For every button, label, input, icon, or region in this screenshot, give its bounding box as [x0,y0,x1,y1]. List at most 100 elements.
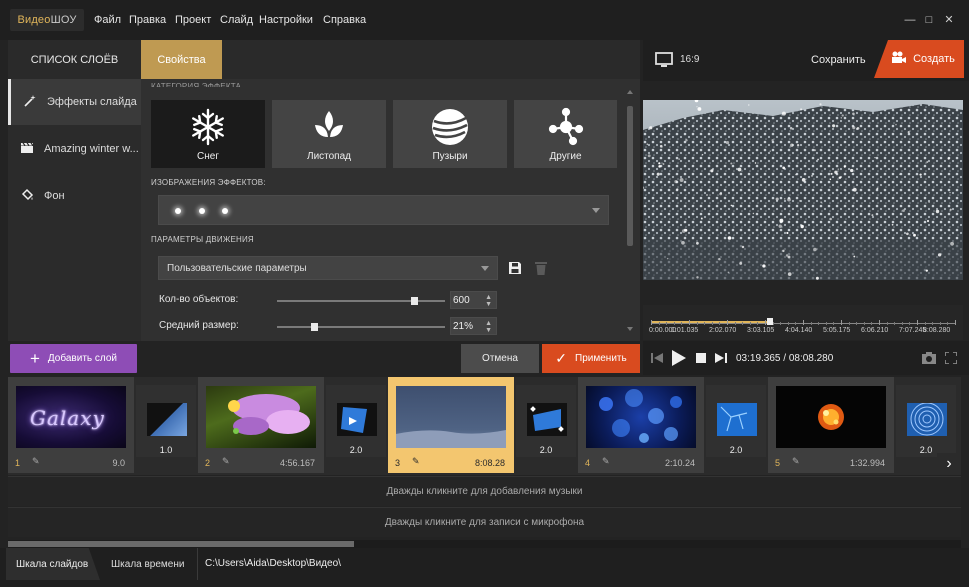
effect-images-dropdown[interactable] [158,195,609,225]
transition-item-4[interactable]: 2.0 [706,385,766,457]
microphone-track[interactable]: Дважды кликните для записи с микрофона [8,507,961,537]
maximize-button[interactable]: □ [922,13,936,27]
effect-tile-other[interactable]: Другие [514,100,617,168]
avg-size-slider-knob[interactable] [310,323,318,331]
ruler-minor-tick [932,322,934,325]
properties-scrollbar[interactable] [626,86,634,336]
transition-thumbnail [717,403,757,436]
snowflake-particle [727,236,732,240]
snowflake-particle [786,231,789,235]
spin-down-icon[interactable]: ▼ [485,327,492,334]
transition-item-5[interactable]: 2.0 [896,385,956,457]
menu-help[interactable]: Справка [323,14,366,26]
timecode: 03:19.365 / 08:08.280 [736,353,834,364]
fullscreen-icon[interactable] [944,351,958,367]
create-button[interactable]: Создать [874,40,964,78]
edit-icon[interactable]: ✎ [602,456,610,467]
create-label: Создать [913,53,955,65]
edit-icon[interactable]: ✎ [32,456,40,467]
snowflake-particle [919,173,922,176]
slide-item-4[interactable]: 4 ✎ 2:10.24 [578,377,704,473]
close-button[interactable]: ✕ [942,13,956,27]
transition-item-2[interactable]: 2.0 [326,385,386,457]
play-icon[interactable] [672,350,686,369]
snapshot-icon[interactable] [922,352,936,367]
edit-icon[interactable]: ✎ [222,456,230,467]
tab-layer-list[interactable]: СПИСОК СЛОЁВ [8,40,141,79]
edit-icon[interactable]: ✎ [792,456,800,467]
playhead[interactable] [766,318,773,325]
slide-item-1[interactable]: Galaxy 1 ✎ 9.0 [8,377,134,473]
video-preview[interactable] [643,100,963,280]
ruler-minor-tick [856,322,858,325]
snowflake-particle [899,173,901,175]
ruler-tick-label: 3:03.105 [747,327,775,334]
spin-down-icon[interactable]: ▼ [485,301,492,308]
objects-count-slider-knob[interactable] [410,297,418,305]
ruler-minor-tick [924,322,926,325]
snowflake-particle [856,127,860,130]
slide-item-5[interactable]: 5 ✎ 1:32.994 [768,377,894,473]
layer-item-video[interactable]: Amazing winter w... [8,126,141,172]
slide-item-2[interactable]: 2 ✎ 4:56.167 [198,377,324,473]
spin-up-icon[interactable]: ▲ [485,320,492,327]
snowflake-particle [834,170,838,174]
snowflake-particle [778,224,782,228]
ruler-tick [727,320,728,325]
menu-slide[interactable]: Слайд [220,14,253,26]
save-preset-icon[interactable] [508,261,522,278]
avg-size-input[interactable]: 21% ▲ ▼ [450,317,497,335]
objects-count-input[interactable]: 600 ▲ ▼ [450,291,497,309]
slide-number: 4 [585,458,591,468]
effect-tile-snow[interactable]: Снег [151,100,265,168]
edit-icon[interactable]: ✎ [412,456,420,467]
monitor-icon[interactable] [655,52,673,71]
scroll-thumb[interactable] [627,106,633,246]
snowflake-particle [925,269,928,272]
effect-tile-bubbles[interactable]: Пузыри [393,100,507,168]
minimize-button[interactable]: — [903,13,917,27]
motion-preset-dropdown[interactable]: Пользовательские параметры [158,256,498,280]
spin-up-icon[interactable]: ▲ [485,294,492,301]
transition-item-1[interactable]: 1.0 [136,385,196,457]
timeline-scroll-thumb[interactable] [8,541,354,547]
objects-count-slider[interactable] [277,297,445,305]
tab-properties[interactable]: Свойства [141,40,222,85]
aspect-ratio-label[interactable]: 16:9 [680,54,699,65]
slide-item-3[interactable]: 3 ✎ 8:08.28 [388,377,514,473]
timeline-scrollbar[interactable] [8,540,961,548]
motion-preset-value: Пользовательские параметры [167,262,307,274]
slide-thumbnail [586,386,696,448]
cancel-button[interactable]: Отмена [461,344,539,373]
skip-back-icon[interactable] [651,353,663,366]
slide-number: 5 [775,458,781,468]
apply-button[interactable]: ✓ Применить [542,344,640,373]
delete-preset-icon[interactable] [535,261,547,278]
tab-time-scale[interactable]: Шкала времени [102,548,198,580]
timeline-next-arrow[interactable]: › [937,453,961,475]
effect-tile-leaffall[interactable]: Листопад [272,100,386,168]
ruler-minor-tick [681,322,683,325]
menu-project[interactable]: Проект [175,14,211,26]
slide-thumb-text: Galaxy [30,406,105,430]
snowflake-particle [787,197,791,202]
stop-icon[interactable] [696,353,706,363]
skip-forward-icon[interactable] [715,353,727,366]
menu-file[interactable]: Файл [94,14,121,26]
avg-size-slider[interactable] [277,323,445,331]
ruler-minor-tick [757,322,759,325]
menu-edit[interactable]: Правка [129,14,166,26]
layer-item-slide-effects[interactable]: Эффекты слайда [8,79,141,125]
preview-timeline-ruler[interactable]: 0:00.000 1:01.035 2:02.070 3:03.105 4:04.140… [643,305,963,340]
transition-item-3[interactable]: 2.0 [516,385,576,457]
snowflake-particle [852,187,857,192]
scroll-up-arrow[interactable] [627,90,633,94]
music-track[interactable]: Дважды кликните для добавления музыки [8,476,961,506]
ruler-minor-tick [749,322,751,325]
save-button[interactable]: Сохранить [811,54,866,66]
layer-item-background[interactable]: Фон [8,173,141,219]
tab-slide-scale[interactable]: Шкала слайдов [6,548,100,580]
scroll-down-arrow[interactable] [627,327,633,331]
add-layer-button[interactable]: + Добавить слой [10,344,137,373]
menu-settings[interactable]: Настройки [259,14,313,26]
